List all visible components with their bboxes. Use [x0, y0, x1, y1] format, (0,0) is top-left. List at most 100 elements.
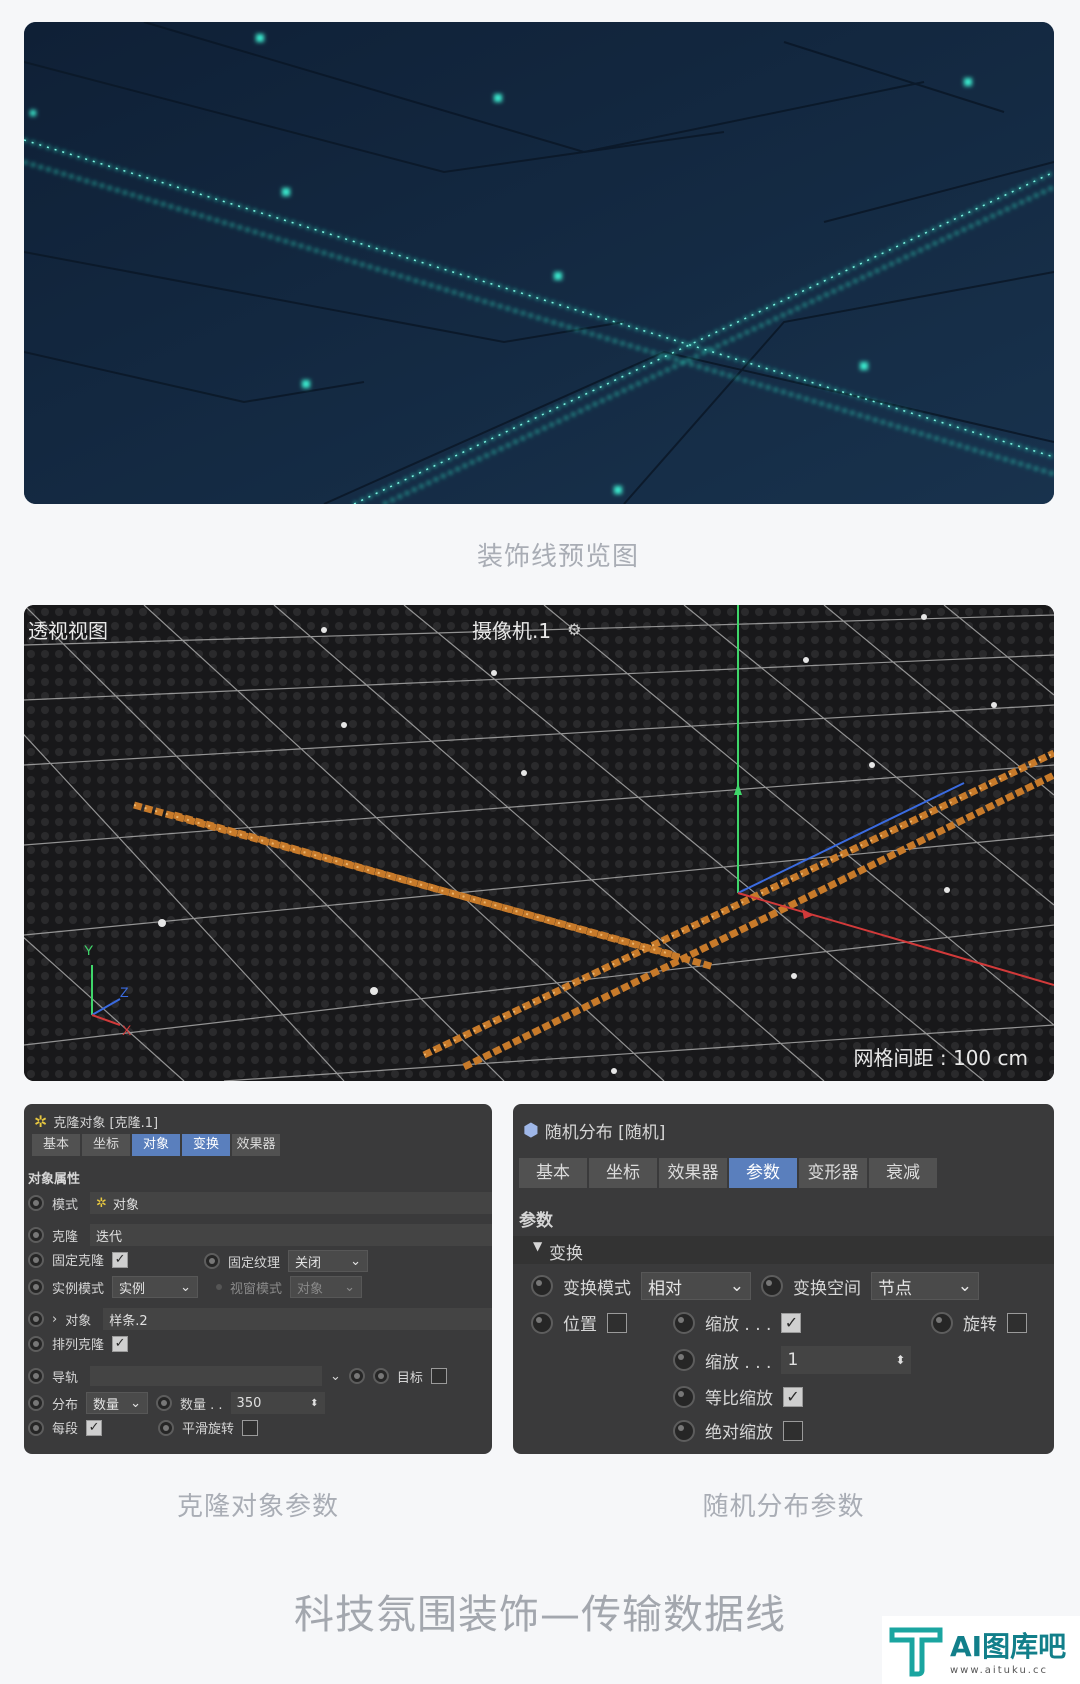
rail-row: 导轨 ⌄ 目标	[28, 1366, 492, 1386]
clone-anim-radio[interactable]	[28, 1227, 44, 1243]
target-checkbox[interactable]	[430, 1368, 447, 1384]
instance-mode-select[interactable]: 实例 ⌄	[112, 1276, 199, 1298]
object-link-field[interactable]: 样条.2	[103, 1308, 492, 1330]
distribution-label: 分布	[52, 1397, 79, 1413]
clone-section-title: 对象属性	[28, 1172, 81, 1187]
mode-anim-radio[interactable]	[28, 1195, 44, 1211]
clone-panel-header: ✲ 克隆对象 [克隆.1]	[34, 1112, 158, 1131]
absolute-scale-checkbox[interactable]	[783, 1420, 803, 1441]
axis-label-x: X	[122, 1022, 132, 1038]
scale-checkbox[interactable]: ✓	[781, 1312, 802, 1333]
clone-mode-field[interactable]: 迭代	[90, 1224, 492, 1246]
instance-mode-radio[interactable]	[28, 1279, 44, 1295]
distribution-radio[interactable]	[28, 1395, 44, 1411]
uniform-scale-row: 等比缩放 ✓	[673, 1384, 803, 1409]
transform-space-radio[interactable]	[761, 1275, 783, 1297]
rail-radio[interactable]	[28, 1368, 44, 1384]
per-segment-checkbox[interactable]: ✓	[86, 1419, 103, 1436]
rotation-checkbox[interactable]	[1007, 1312, 1027, 1333]
tab-effector[interactable]: 效果器	[659, 1158, 727, 1188]
tab-object[interactable]: 对象	[132, 1134, 180, 1156]
clone-row: 克隆 迭代	[28, 1224, 492, 1246]
fixed-texture-radio[interactable]	[204, 1253, 220, 1269]
mode-value: 对象	[112, 1197, 139, 1213]
uniform-scale-radio[interactable]	[673, 1385, 695, 1408]
fixed-clone-row: 固定克隆 ✓	[28, 1250, 129, 1269]
position-checkbox[interactable]	[607, 1312, 627, 1333]
tab-basic[interactable]: 基本	[519, 1158, 587, 1188]
random-caption: 随机分布参数	[702, 1492, 865, 1522]
tab-effectors[interactable]: 效果器	[232, 1134, 280, 1156]
count-label: 数量 . .	[180, 1397, 223, 1413]
rail-label: 导轨	[52, 1370, 79, 1386]
chevron-down-icon[interactable]: ⌄	[330, 1369, 341, 1384]
rotation-radio[interactable]	[931, 1311, 953, 1334]
tab-basic[interactable]: 基本	[32, 1134, 80, 1156]
arrange-clone-radio[interactable]	[28, 1335, 44, 1352]
tab-parameter[interactable]: 参数	[729, 1158, 797, 1188]
instance-mode-value: 实例	[119, 1281, 146, 1297]
rail-link-field[interactable]	[90, 1366, 322, 1386]
fixed-clone-checkbox[interactable]: ✓	[112, 1251, 129, 1268]
chevron-down-icon: ⌄	[957, 1276, 972, 1296]
stepper-arrows-icon[interactable]: ⬍	[310, 1398, 318, 1409]
uniform-scale-label: 等比缩放	[705, 1389, 773, 1409]
fixed-texture-row: 固定纹理 关闭 ⌄	[204, 1250, 369, 1272]
count-radio[interactable]	[156, 1395, 173, 1411]
fixed-texture-select[interactable]: 关闭 ⌄	[288, 1250, 369, 1272]
target-radio[interactable]	[372, 1368, 389, 1384]
viewport-mode-dot	[216, 1284, 223, 1290]
fixed-clone-radio[interactable]	[28, 1251, 44, 1268]
uniform-scale-checkbox[interactable]: ✓	[783, 1386, 803, 1407]
fixed-texture-label: 固定纹理	[228, 1255, 281, 1271]
scale-value: 1	[787, 1350, 799, 1370]
transform-mode-select[interactable]: 相对 ⌄	[641, 1272, 751, 1300]
view-label[interactable]: 透视视图	[28, 615, 108, 644]
random-effector-panel: ⬢ 随机分布 [随机] 基本 坐标 效果器 参数 变形器 衰减 参数 ▼ 变换 …	[513, 1104, 1054, 1454]
mode-field[interactable]: ✲ 对象	[90, 1192, 492, 1214]
camera-selector[interactable]: 摄像机.1 ⚙	[472, 615, 581, 644]
object-radio[interactable]	[28, 1311, 44, 1327]
count-value: 350	[236, 1395, 262, 1411]
transform-group-header[interactable]: ▼ 变换	[513, 1236, 1054, 1264]
tab-coord[interactable]: 坐标	[82, 1134, 130, 1156]
stepper-arrows-icon[interactable]: ⬍	[895, 1353, 905, 1367]
random-effector-icon: ⬢	[523, 1120, 539, 1141]
arrange-clone-label: 排列克隆	[52, 1338, 105, 1353]
position-label: 位置	[563, 1315, 597, 1335]
arrange-clone-checkbox[interactable]: ✓	[112, 1335, 129, 1352]
expand-chevron-icon[interactable]: ›	[52, 1312, 57, 1327]
count-stepper[interactable]: 350 ⬍	[230, 1392, 325, 1414]
rotation-label: 旋转	[963, 1315, 997, 1335]
distribution-select[interactable]: 数量 ⌄	[86, 1392, 149, 1414]
tab-falloff[interactable]: 衰减	[869, 1158, 937, 1188]
logo-url: www.aituku.cc	[950, 1664, 1048, 1676]
tab-coord[interactable]: 坐标	[589, 1158, 657, 1188]
absolute-scale-radio[interactable]	[673, 1419, 695, 1442]
position-radio[interactable]	[531, 1311, 553, 1334]
distribution-value: 数量	[93, 1397, 120, 1413]
transform-space-select[interactable]: 节点 ⌄	[871, 1272, 979, 1300]
scale-value-radio[interactable]	[673, 1349, 695, 1371]
grid-spacing-readout: 网格间距 : 100 cm	[853, 1046, 1028, 1070]
fixed-texture-value: 关闭	[295, 1255, 322, 1271]
axis-label-z: Z	[120, 984, 129, 1000]
preview-image	[24, 22, 1054, 504]
transform-mode-radio[interactable]	[531, 1275, 553, 1297]
scale-value-stepper[interactable]: 1 ⬍	[781, 1346, 912, 1374]
scale-label: 缩放 . . .	[705, 1315, 772, 1335]
chevron-down-icon: ⌄	[729, 1276, 744, 1296]
scale-radio[interactable]	[673, 1311, 695, 1334]
random-panel-title: 随机分布 [随机]	[544, 1123, 666, 1143]
viewport-render: Y Z X	[24, 605, 1054, 1081]
smooth-rotation-radio[interactable]	[158, 1419, 175, 1436]
tab-deformer[interactable]: 变形器	[799, 1158, 867, 1188]
pick-object-icon[interactable]	[348, 1368, 365, 1384]
target-label: 目标	[396, 1370, 423, 1386]
position-row: 位置	[531, 1310, 627, 1335]
perspective-viewport[interactable]: Y Z X 透视视图 摄像机.1 ⚙ 网格间距 : 100 cm	[24, 605, 1054, 1081]
tab-transform[interactable]: 变换	[182, 1134, 230, 1156]
camera-settings-icon[interactable]: ⚙	[567, 620, 581, 639]
smooth-rotation-checkbox[interactable]	[242, 1419, 259, 1436]
per-segment-radio[interactable]	[28, 1419, 44, 1436]
